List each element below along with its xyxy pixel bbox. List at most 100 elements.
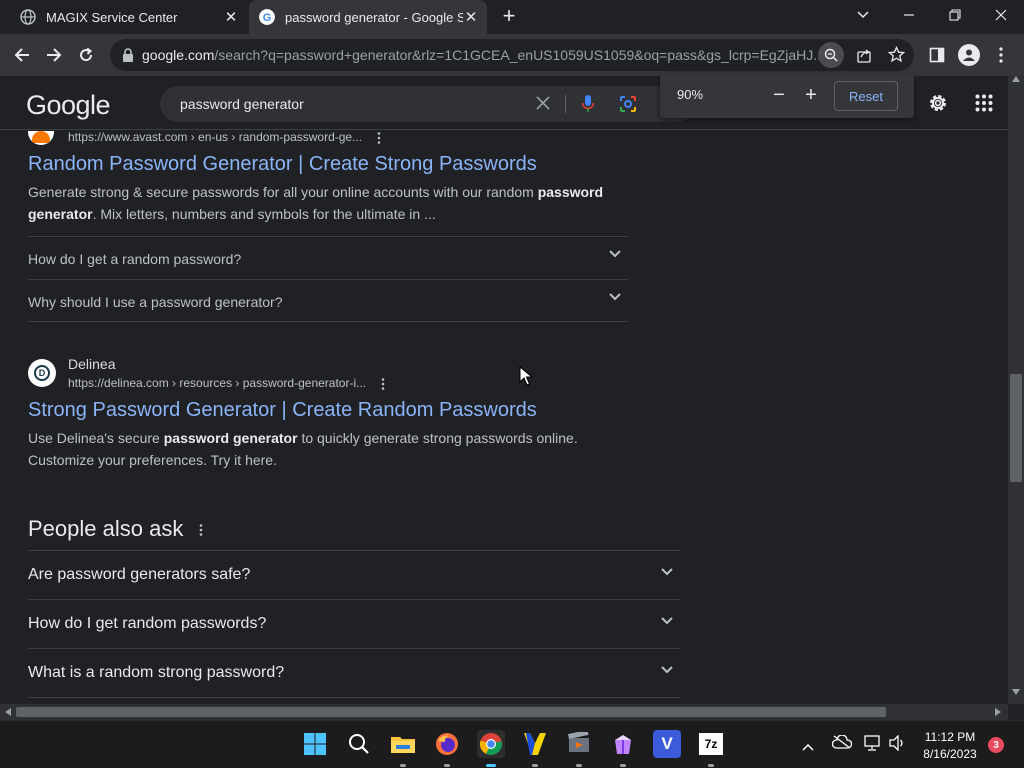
forward-button[interactable] [42,43,66,67]
running-indicator [400,764,406,767]
running-indicator [444,764,450,767]
paa-question-item[interactable]: Are password generators safe? [28,551,680,600]
notification-badge[interactable]: 3 [988,737,1004,753]
onedrive-offline-icon[interactable] [831,734,853,754]
result-snippet: Use Delinea's secure password generator … [28,427,628,471]
show-hidden-icons-chevron-icon[interactable] [802,738,814,756]
new-tab-button[interactable]: + [498,5,520,27]
zoom-popup: 90% − + Reset [660,73,914,118]
minimize-button[interactable] [886,0,932,30]
share-icon[interactable] [856,47,872,68]
search-icon[interactable] [345,730,373,758]
google-apps-icon[interactable] [975,94,993,117]
clear-search-icon[interactable] [536,96,550,115]
result-snippet: Generate strong & secure passwords for a… [28,181,618,225]
result-more-icon[interactable] [381,377,385,395]
address-bar[interactable]: google.com/search?q=password+generator&r… [110,39,914,71]
tab-strip: MAGIX Service Center ✕ G password genera… [0,0,1024,34]
profile-avatar-icon[interactable] [958,44,980,66]
chrome-icon[interactable] [477,730,505,758]
paa-question-item[interactable]: How do I get random passwords? [28,600,680,649]
v-app-icon[interactable]: V [653,730,681,758]
people-also-ask-heading: People also ask [28,516,184,541]
result-title-link[interactable]: Random Password Generator | Create Stron… [28,153,537,176]
faq-question: How do I get a random password? [28,251,242,267]
lock-icon[interactable] [122,48,134,62]
close-window-button[interactable] [978,0,1024,30]
zoom-reset-button[interactable]: Reset [834,81,898,111]
scroll-right-arrow-icon[interactable] [995,708,1001,716]
paa-question: How do I get random passwords? [28,615,267,632]
tab-magix[interactable]: MAGIX Service Center ✕ [0,0,247,34]
clock-time[interactable]: 11:12 PM [918,730,982,744]
horizontal-scroll-thumb[interactable] [16,707,886,717]
archive-app-icon[interactable] [609,730,637,758]
tab-search-chevron-icon[interactable] [840,0,886,30]
url-path: /search?q=password+generator&rlz=1C1GCEA… [214,47,822,63]
back-arrow-icon [14,48,29,62]
close-tab-icon[interactable]: ✕ [463,8,479,26]
v-app-label: V [661,734,673,753]
reload-button[interactable] [74,43,98,67]
firefox-icon[interactable] [433,730,461,758]
paa-question-item[interactable]: What is a random strong password? [28,649,680,698]
avast-favicon [28,131,54,145]
search-results: https://www.avast.com › en-us › random-p… [0,131,1008,704]
paa-more-icon[interactable] [199,523,203,541]
video-editor-icon[interactable] [565,730,593,758]
search-input[interactable] [180,94,520,114]
browser-toolbar: google.com/search?q=password+generator&r… [0,34,1024,76]
url-text: google.com/search?q=password+generator&r… [142,47,822,63]
bookmark-star-icon[interactable] [887,45,906,68]
reload-icon [80,47,93,62]
vertical-scroll-thumb[interactable] [1010,374,1022,482]
tab-title: MAGIX Service Center [46,9,178,25]
file-explorer-icon[interactable] [389,730,417,758]
zoom-icon[interactable] [818,42,844,68]
chrome-menu-icon[interactable] [998,47,1004,68]
faq-item[interactable]: How do I get a random password? [28,236,628,279]
restore-button[interactable] [932,0,978,30]
running-indicator [620,764,626,767]
clock-date[interactable]: 8/16/2023 [918,747,982,761]
close-tab-icon[interactable]: ✕ [223,8,239,26]
7zip-label: 7z [704,737,718,751]
snippet-text: to quickly generate strong passwords onl… [297,430,578,446]
result-more-icon[interactable] [377,131,381,149]
voice-search-icon[interactable] [581,94,595,119]
windows-taskbar: V 7z 11:12 PM 8/16/2023 3 [0,720,1024,768]
chevron-down-icon [609,250,621,258]
paa-question: What is a random strong password? [28,664,285,681]
chevron-down-icon [661,568,673,576]
result-title-link[interactable]: Strong Password Generator | Create Rando… [28,399,537,422]
url-domain: google.com [142,47,215,63]
tab-google-search[interactable]: G password generator - Google Search ✕ [249,0,487,34]
result-url[interactable]: https://delinea.com › resources › passwo… [68,376,366,390]
network-icon[interactable] [863,735,881,756]
zoom-in-button[interactable]: + [800,83,822,107]
back-button[interactable] [10,43,34,67]
faq-item[interactable]: Why should I use a password generator? [28,279,628,322]
result-url[interactable]: https://www.avast.com › en-us › random-p… [68,131,362,144]
windows-start-icon[interactable] [301,730,329,758]
lens-search-icon[interactable] [619,95,637,118]
google-search-box[interactable] [160,86,695,122]
7zip-icon[interactable]: 7z [697,730,725,758]
google-logo[interactable]: Google [26,90,111,121]
volume-icon[interactable] [888,734,906,756]
active-indicator [486,764,496,767]
google-g-icon: G [259,9,275,25]
settings-gear-icon[interactable] [927,92,949,119]
scroll-up-arrow-icon[interactable] [1012,76,1020,82]
snippet-text: Customize your preferences. Try it here. [28,452,277,468]
snippet-text: Generate strong & secure passwords for a… [28,184,538,200]
mouse-cursor-icon [519,366,533,386]
snippet-text: Use Delinea's secure [28,430,164,446]
running-indicator [708,764,714,767]
snippet-text: . Mix letters, numbers and symbols for t… [92,206,436,222]
scroll-down-arrow-icon[interactable] [1012,689,1020,695]
magix-app-icon[interactable] [521,730,549,758]
side-panel-icon[interactable] [929,47,945,68]
zoom-out-button[interactable]: − [768,83,790,107]
scroll-left-arrow-icon[interactable] [5,708,11,716]
